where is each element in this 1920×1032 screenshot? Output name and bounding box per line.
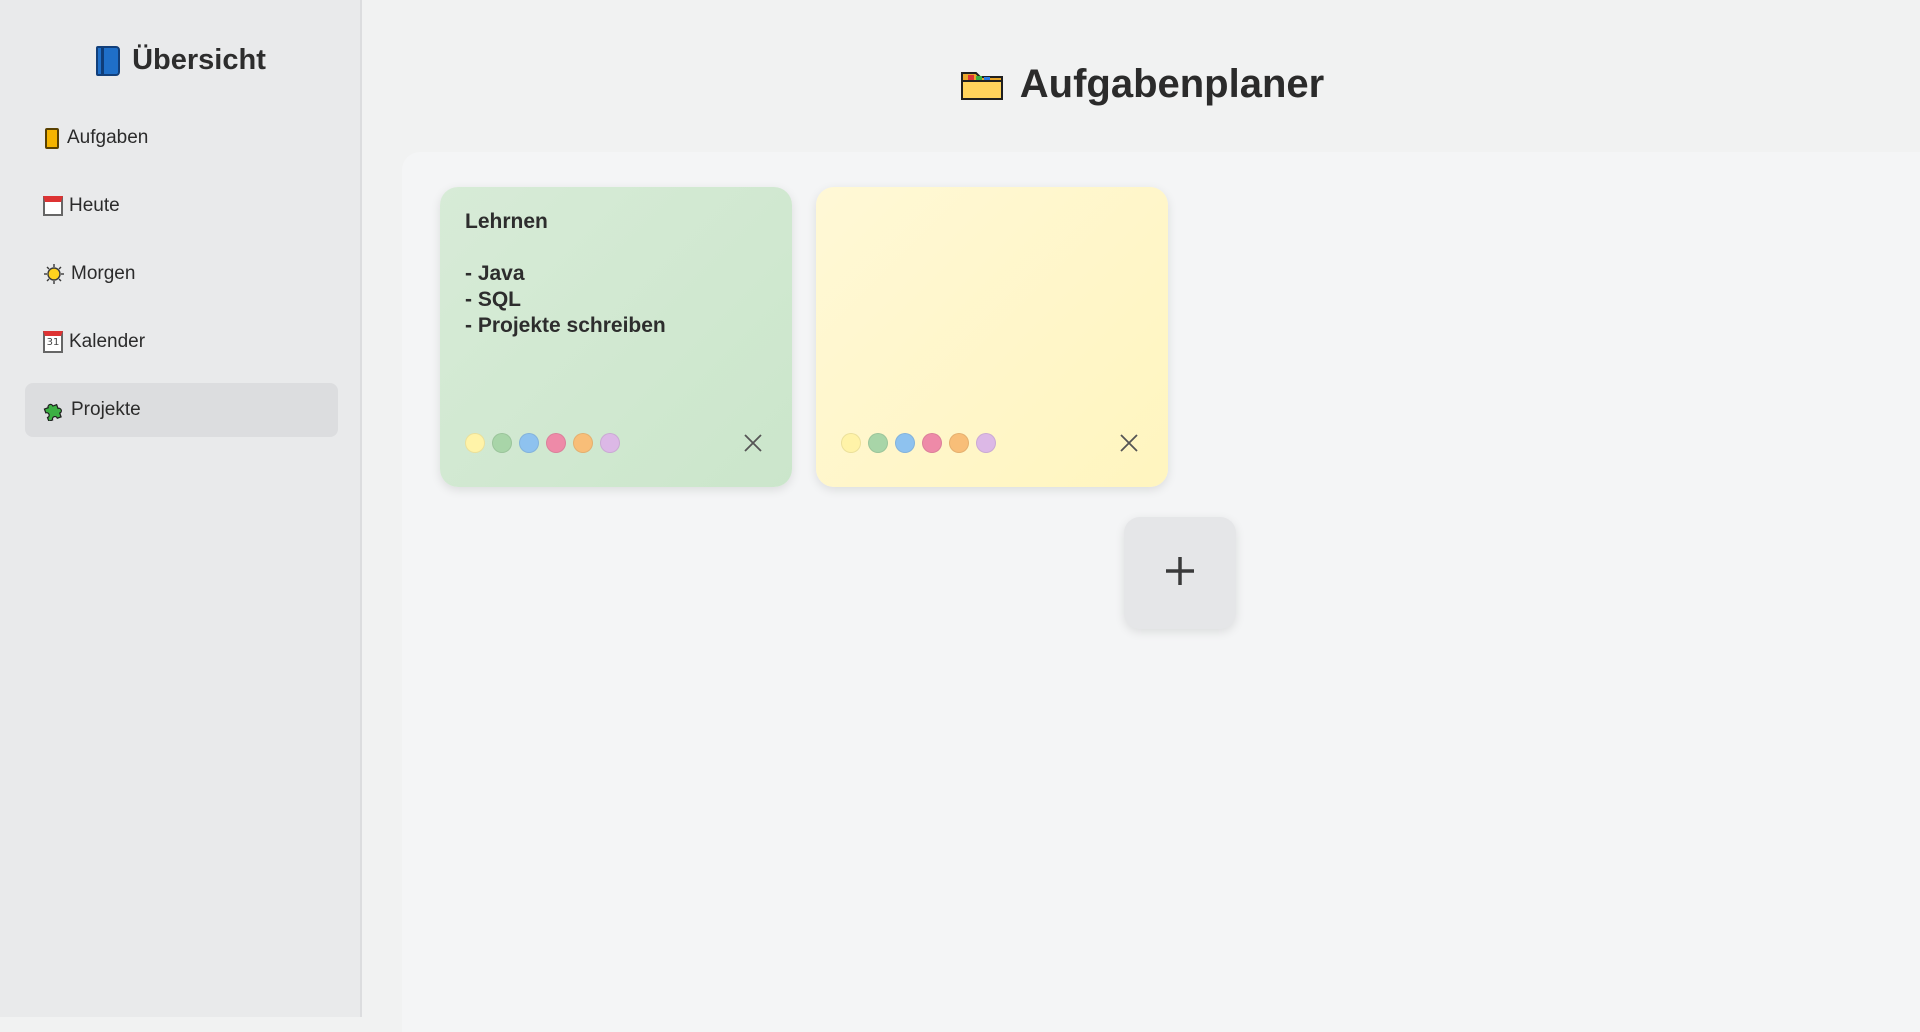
page-title-text: Aufgabenplaner bbox=[1019, 62, 1325, 106]
color-yellow-swatch[interactable] bbox=[465, 433, 485, 453]
sidebar-item-label: Aufgaben bbox=[67, 127, 149, 148]
color-picker bbox=[465, 433, 620, 453]
puzzle-icon bbox=[43, 399, 65, 423]
color-purple-swatch[interactable] bbox=[600, 433, 620, 453]
close-icon[interactable] bbox=[1118, 432, 1140, 454]
book-icon bbox=[96, 45, 121, 76]
color-blue-swatch[interactable] bbox=[519, 433, 539, 453]
color-blue-swatch[interactable] bbox=[895, 433, 915, 453]
plus-icon bbox=[1164, 555, 1196, 592]
note-card[interactable]: Lehrnen - Java - SQL - Projekte schreibe… bbox=[440, 187, 792, 487]
color-green-swatch[interactable] bbox=[868, 433, 888, 453]
sidebar-title: Übersicht bbox=[0, 44, 362, 77]
sidebar-item-projekte[interactable]: Projekte bbox=[25, 383, 338, 437]
close-icon[interactable] bbox=[742, 432, 764, 454]
sidebar-item-label: Projekte bbox=[71, 399, 141, 420]
sidebar-item-heute[interactable]: Heute bbox=[25, 179, 338, 233]
sun-icon bbox=[43, 263, 65, 285]
color-pink-swatch[interactable] bbox=[546, 433, 566, 453]
sidebar-title-text: Übersicht bbox=[132, 44, 266, 76]
color-orange-swatch[interactable] bbox=[573, 433, 593, 453]
sidebar-item-aufgaben[interactable]: Aufgaben bbox=[25, 111, 338, 165]
color-yellow-swatch[interactable] bbox=[841, 433, 861, 453]
color-green-swatch[interactable] bbox=[492, 433, 512, 453]
add-note-button[interactable] bbox=[1124, 517, 1236, 629]
sidebar-item-label: Morgen bbox=[71, 263, 136, 284]
page-title: Aufgabenplaner bbox=[364, 62, 1920, 107]
sidebar-item-label: Heute bbox=[69, 195, 120, 216]
sidebar-item-morgen[interactable]: Morgen bbox=[25, 247, 338, 301]
notes-board: Lehrnen - Java - SQL - Projekte schreibe… bbox=[402, 152, 1920, 1032]
sidebar-item-kalender[interactable]: 31 Kalender bbox=[25, 315, 338, 369]
folder-icon bbox=[960, 67, 1006, 103]
sidebar-nav: Aufgaben Heute Morgen 31 Kalender Projek… bbox=[25, 111, 338, 451]
notebook-icon bbox=[45, 127, 59, 149]
calendar-page-icon bbox=[43, 196, 63, 216]
main-area: Aufgabenplaner Lehrnen - Java - SQL - Pr… bbox=[364, 0, 1920, 1032]
sidebar: Übersicht Aufgaben Heute Morgen 31 Kalen… bbox=[0, 0, 362, 1017]
note-card[interactable] bbox=[816, 187, 1168, 487]
note-text[interactable]: Lehrnen - Java - SQL - Projekte schreibe… bbox=[465, 209, 767, 339]
color-picker bbox=[841, 433, 996, 453]
sidebar-item-label: Kalender bbox=[69, 331, 146, 352]
color-orange-swatch[interactable] bbox=[949, 433, 969, 453]
color-pink-swatch[interactable] bbox=[922, 433, 942, 453]
calendar-icon: 31 bbox=[43, 331, 63, 353]
color-purple-swatch[interactable] bbox=[976, 433, 996, 453]
